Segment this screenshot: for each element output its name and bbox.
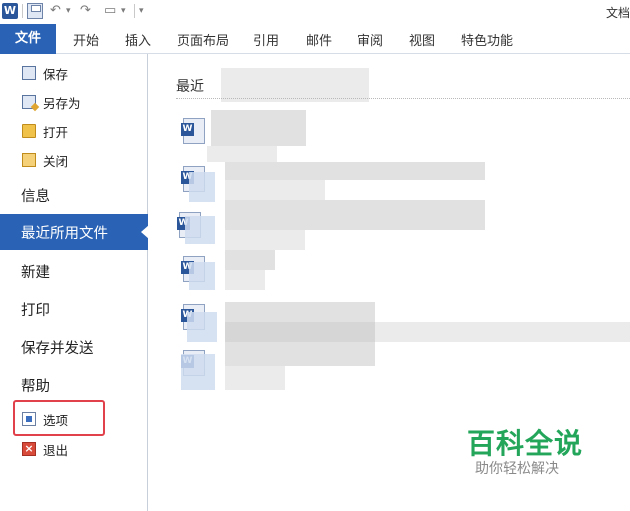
exit-label: 退出 xyxy=(43,442,69,458)
save-label: 保存 xyxy=(43,66,69,82)
preview-dropdown-icon[interactable]: ▾ xyxy=(121,2,126,20)
print-preview-icon[interactable]: ▭ xyxy=(104,2,116,20)
tab-home[interactable]: 开始 xyxy=(73,30,99,49)
window-title: 文档 xyxy=(605,6,630,20)
quick-access-toolbar: W ↶ ▾ ↷ ▭ ▾ ▾ 文档 xyxy=(0,0,630,24)
word-document-icon[interactable]: W xyxy=(181,118,205,144)
nav-item-save-and-send[interactable]: 保存并发送 xyxy=(21,337,94,358)
save-icon[interactable] xyxy=(27,3,43,19)
blurred-region xyxy=(189,262,215,290)
recent-section-title: 最近 xyxy=(176,79,204,95)
selected-pointer xyxy=(141,225,149,239)
ribbon-tab-bar: 文件 开始 插入 页面布局 引用 邮件 审阅 视图 特色功能 xyxy=(0,24,630,54)
blurred-document-name[interactable] xyxy=(225,302,375,322)
blurred-region xyxy=(185,216,215,244)
blurred-region xyxy=(189,172,215,202)
section-divider xyxy=(176,98,630,99)
blurred-document-path xyxy=(375,322,630,342)
blurred-region xyxy=(187,312,217,342)
nav-item-print[interactable]: 打印 xyxy=(21,299,50,320)
blurred-document-path xyxy=(225,180,325,200)
tab-insert[interactable]: 插入 xyxy=(125,30,151,49)
toolbar-separator xyxy=(134,4,135,18)
close-command[interactable]: 关闭 xyxy=(22,150,68,170)
customize-toolbar-icon[interactable]: ▾ xyxy=(139,2,144,20)
tab-view[interactable]: 视图 xyxy=(409,30,435,49)
nav-item-new[interactable]: 新建 xyxy=(21,261,50,282)
watermark-subtitle: 助你轻松解决 xyxy=(475,461,559,477)
word-app-icon[interactable]: W xyxy=(2,3,18,19)
tab-special-features[interactable]: 特色功能 xyxy=(461,30,513,49)
tab-references[interactable]: 引用 xyxy=(253,30,279,49)
open-label: 打开 xyxy=(43,124,69,140)
save-command[interactable]: 保存 xyxy=(22,63,68,83)
toolbar-separator xyxy=(22,4,23,18)
blurred-document-name[interactable] xyxy=(225,342,375,366)
nav-item-info[interactable]: 信息 xyxy=(21,185,50,206)
close-label: 关闭 xyxy=(43,153,69,169)
blurred-document-name[interactable] xyxy=(225,162,485,180)
tab-review[interactable]: 审阅 xyxy=(357,30,383,49)
options-icon xyxy=(22,412,36,426)
tab-file[interactable]: 文件 xyxy=(0,24,56,54)
exit-icon: × xyxy=(22,442,36,456)
blurred-region xyxy=(181,354,215,390)
blurred-document-name[interactable] xyxy=(225,200,485,230)
undo-dropdown-icon[interactable]: ▾ xyxy=(66,2,71,20)
redo-icon[interactable]: ↷ xyxy=(80,2,91,20)
blurred-document-path xyxy=(225,230,305,250)
tab-page-layout[interactable]: 页面布局 xyxy=(177,30,229,49)
blurred-document-name xyxy=(225,322,375,342)
options-command[interactable]: 选项 xyxy=(22,409,68,429)
blurred-region xyxy=(221,68,369,102)
options-label: 选项 xyxy=(43,412,69,428)
exit-command[interactable]: × 退出 xyxy=(22,439,68,459)
open-command[interactable]: 打开 xyxy=(22,121,68,141)
backstage-nav: 保存 另存为 打开 关闭 信息 最近所用文件 新建 打印 保存并发送 帮助 选项… xyxy=(0,54,149,511)
blurred-document-name[interactable] xyxy=(211,110,306,146)
close-folder-icon xyxy=(22,153,36,167)
nav-item-recent-label: 最近所用文件 xyxy=(21,226,108,242)
save-as-label: 另存为 xyxy=(43,95,81,111)
save-as-icon xyxy=(22,95,36,109)
watermark-logo: 百科全说 助你轻松解决 xyxy=(459,422,605,486)
blurred-document-path xyxy=(207,146,277,162)
open-folder-icon xyxy=(22,124,36,138)
nav-item-help[interactable]: 帮助 xyxy=(21,375,50,396)
nav-item-recent[interactable]: 最近所用文件 xyxy=(0,214,149,250)
blurred-document-name[interactable] xyxy=(225,250,275,270)
tab-mailings[interactable]: 邮件 xyxy=(306,30,332,49)
blurred-document-path xyxy=(225,366,285,390)
save-icon xyxy=(22,66,36,80)
save-as-command[interactable]: 另存为 xyxy=(22,92,81,112)
watermark-title: 百科全说 xyxy=(467,427,584,460)
undo-icon[interactable]: ↶ xyxy=(50,2,61,20)
blurred-document-path xyxy=(225,270,265,290)
